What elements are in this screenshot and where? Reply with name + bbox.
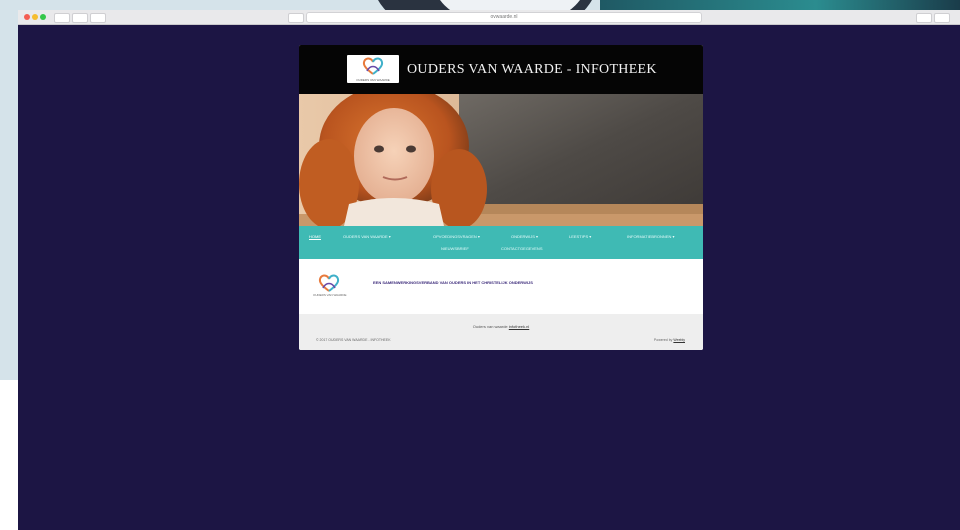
- nav-item-onderwijs[interactable]: ONDERWIJS ▾: [511, 234, 538, 239]
- footer-center-prefix: Ouders van waarde: [472, 324, 508, 329]
- website-card: OUDERS VAN WAARDE OUDERS VAN WAARDE - IN…: [299, 45, 703, 350]
- footer-center-link[interactable]: infotheek.nl: [509, 324, 529, 329]
- site-header: OUDERS VAN WAARDE OUDERS VAN WAARDE - IN…: [299, 45, 703, 94]
- nav-item-home[interactable]: HOME: [309, 234, 321, 239]
- shield-icon[interactable]: [288, 13, 304, 23]
- intro-text: EEN SAMENWERKINGSVERBAND VAN OUDERS IN H…: [373, 280, 533, 285]
- site-footer: Ouders van waarde infotheek.nl © 2017 OU…: [299, 314, 703, 350]
- close-window-button[interactable]: [24, 14, 30, 20]
- content-section: OUDERS VAN WAARDE EEN SAMENWERKINGSVERBA…: [299, 259, 703, 314]
- nav-item-opvoedingsvragen[interactable]: OPVOEDINGSVRAGEN ▾: [433, 234, 480, 239]
- hero-image-girl-chalkboard: [299, 94, 703, 226]
- maximize-window-button[interactable]: [40, 14, 46, 20]
- nav-item-nieuwsbrief[interactable]: NIEUWSBRIEF: [441, 246, 469, 251]
- site-title[interactable]: OUDERS VAN WAARDE - INFOTHEEK: [407, 62, 657, 78]
- browser-viewport: OUDERS VAN WAARDE OUDERS VAN WAARDE - IN…: [18, 25, 960, 530]
- footer-center-text: Ouders van waarde infotheek.nl: [299, 324, 703, 329]
- nav-item-contactgegevens[interactable]: CONTACTGEGEVENS: [501, 246, 543, 251]
- heart-logo-icon: [362, 57, 384, 75]
- footer-weebly-link[interactable]: Weebly: [673, 338, 685, 342]
- address-bar-text: ovwaarde.nl: [490, 14, 518, 20]
- main-navigation: HOME OUDERS VAN WAARDE ▾ OPVOEDINGSVRAGE…: [299, 226, 703, 259]
- minimize-window-button[interactable]: [32, 14, 38, 20]
- address-bar[interactable]: ovwaarde.nl: [306, 12, 702, 23]
- sidebar-toggle-button[interactable]: [90, 13, 106, 23]
- background-white-strip: [0, 380, 20, 530]
- forward-button[interactable]: [72, 13, 88, 23]
- nav-item-ouders-van-waarde[interactable]: OUDERS VAN WAARDE ▾: [343, 234, 391, 239]
- heart-logo-icon: [318, 274, 340, 292]
- content-logo-caption: OUDERS VAN WAARDE: [313, 293, 347, 297]
- tabs-button[interactable]: [934, 13, 950, 23]
- hero-banner: [299, 94, 703, 226]
- nav-item-leestips[interactable]: LEESTIPS ▾: [569, 234, 591, 239]
- site-logo[interactable]: OUDERS VAN WAARDE: [347, 55, 399, 83]
- nav-item-informatiebronnen[interactable]: INFORMATIEBRONNEN ▾: [627, 234, 675, 239]
- share-button[interactable]: [916, 13, 932, 23]
- back-button[interactable]: [54, 13, 70, 23]
- footer-copyright: © 2017 OUDERS VAN WAARDE - INFOTHEEK: [316, 338, 391, 342]
- footer-powered-prefix: Powered by: [653, 338, 673, 342]
- logo-caption: OUDERS VAN WAARDE: [356, 78, 390, 82]
- footer-powered-by: Powered by Weebly: [654, 338, 685, 342]
- browser-toolbar: ovwaarde.nl: [18, 10, 960, 25]
